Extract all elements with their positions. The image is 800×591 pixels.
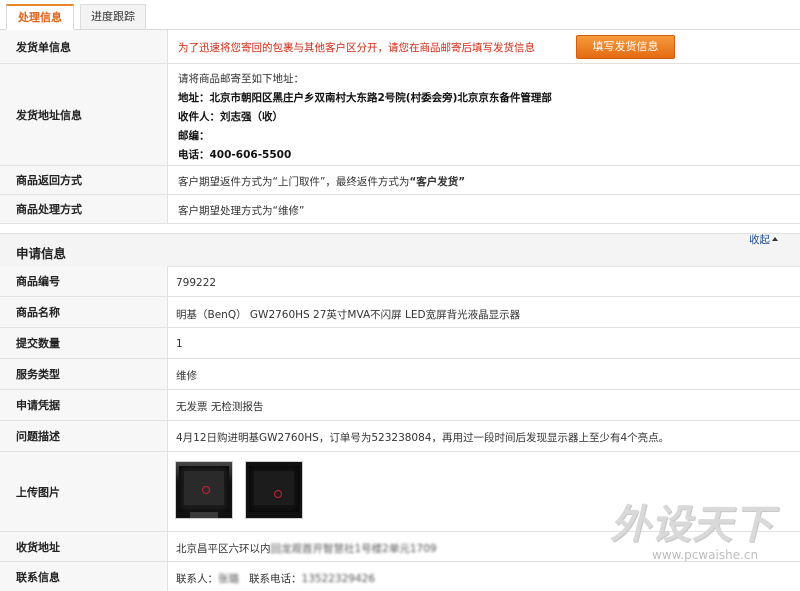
proof-label: 申请凭据 [0, 390, 168, 420]
photos-label: 上传图片 [0, 452, 168, 531]
contact-value: 联系人：张璐 联系电话：13522329426 [176, 571, 375, 586]
address-block: 请将商品邮寄至如下地址： 地址：北京市朝阳区黑庄户乡双南村大东路2号院(村委会旁… [178, 70, 552, 165]
postcode-line: 邮编： [178, 130, 210, 142]
recipient-line: 收件人：刘志强（收） [178, 111, 283, 123]
process-method-label: 商品处理方式 [0, 195, 168, 223]
tab-progress-tracking[interactable]: 进度跟踪 [80, 4, 146, 29]
problem-label: 问题描述 [0, 421, 168, 451]
return-method-prefix: 客户期望返件方式为“上门取件”，最终返件方式为 [178, 176, 410, 188]
product-id-value: 799222 [176, 277, 217, 289]
contact-phone-redacted: 13522329426 [301, 573, 376, 585]
divider [0, 223, 800, 224]
address-intro: 请将商品邮寄至如下地址： [178, 73, 304, 85]
tab-bar: 处理信息 进度跟踪 [0, 0, 800, 30]
apply-section-header: 申请信息 [0, 233, 800, 267]
product-name-label: 商品名称 [0, 297, 168, 327]
service-type-value: 维修 [176, 370, 197, 382]
product-id-label: 商品编号 [0, 266, 168, 296]
shipping-notice: 为了迅速将您寄回的包裹与其他客户区分开，请您在商品邮寄后填写发货信息 [178, 42, 535, 54]
watermark-logo: 外设天下 [610, 502, 774, 548]
contact-label: 联系信息 [0, 562, 168, 591]
process-method-value: 客户期望处理方式为“维修” [178, 205, 305, 217]
caret-up-icon [772, 237, 778, 241]
collapse-link[interactable]: 收起 [749, 232, 778, 247]
receive-address-text: 北京昌平区六环以内 [176, 543, 271, 555]
address-label: 发货地址信息 [0, 64, 168, 165]
contact-name-redacted: 张璐 [218, 573, 239, 585]
proof-value: 无发票 无检测报告 [176, 401, 264, 413]
shipping-label: 发货单信息 [0, 30, 168, 63]
phone-line: 电话：400-606-5500 [178, 149, 292, 161]
service-type-label: 服务类型 [0, 359, 168, 389]
return-method-final: “客户发货” [409, 176, 466, 188]
watermark-url: www.pcwaishe.cn [652, 548, 759, 562]
fill-shipping-button[interactable]: 填写发货信息 [576, 35, 675, 59]
uploaded-photo-thumbnail[interactable] [245, 461, 303, 519]
collapse-label: 收起 [749, 234, 770, 246]
quantity-value: 1 [176, 338, 183, 350]
receive-address-value: 北京昌平区六环以内回龙观首开智慧社1号楼2单元1709 [176, 541, 437, 556]
return-method-value: 客户期望返件方式为“上门取件”，最终返件方式为“客户发货” [178, 174, 465, 189]
product-name-value: 明基（BenQ） GW2760HS 27英寸MVA不闪屏 LED宽屏背光液晶显示… [176, 309, 521, 321]
apply-section-title: 申请信息 [16, 246, 67, 261]
receive-address-redacted: 回龙观首开智慧社1号楼2单元1709 [270, 543, 437, 555]
contact-phone-label: 联系电话： [249, 573, 302, 585]
receive-address-label: 收货地址 [0, 532, 168, 561]
return-method-label: 商品返回方式 [0, 166, 168, 194]
address-line: 地址：北京市朝阳区黑庄户乡双南村大东路2号院(村委会旁)北京京东备件管理部 [178, 92, 552, 104]
problem-value: 4月12日购进明基GW2760HS，订单号为523238084，再用过一段时间后… [176, 432, 670, 444]
quantity-label: 提交数量 [0, 328, 168, 358]
tab-processing-info[interactable]: 处理信息 [6, 4, 74, 30]
contact-name-label: 联系人： [176, 573, 218, 585]
uploaded-photo-thumbnail[interactable] [175, 461, 233, 519]
